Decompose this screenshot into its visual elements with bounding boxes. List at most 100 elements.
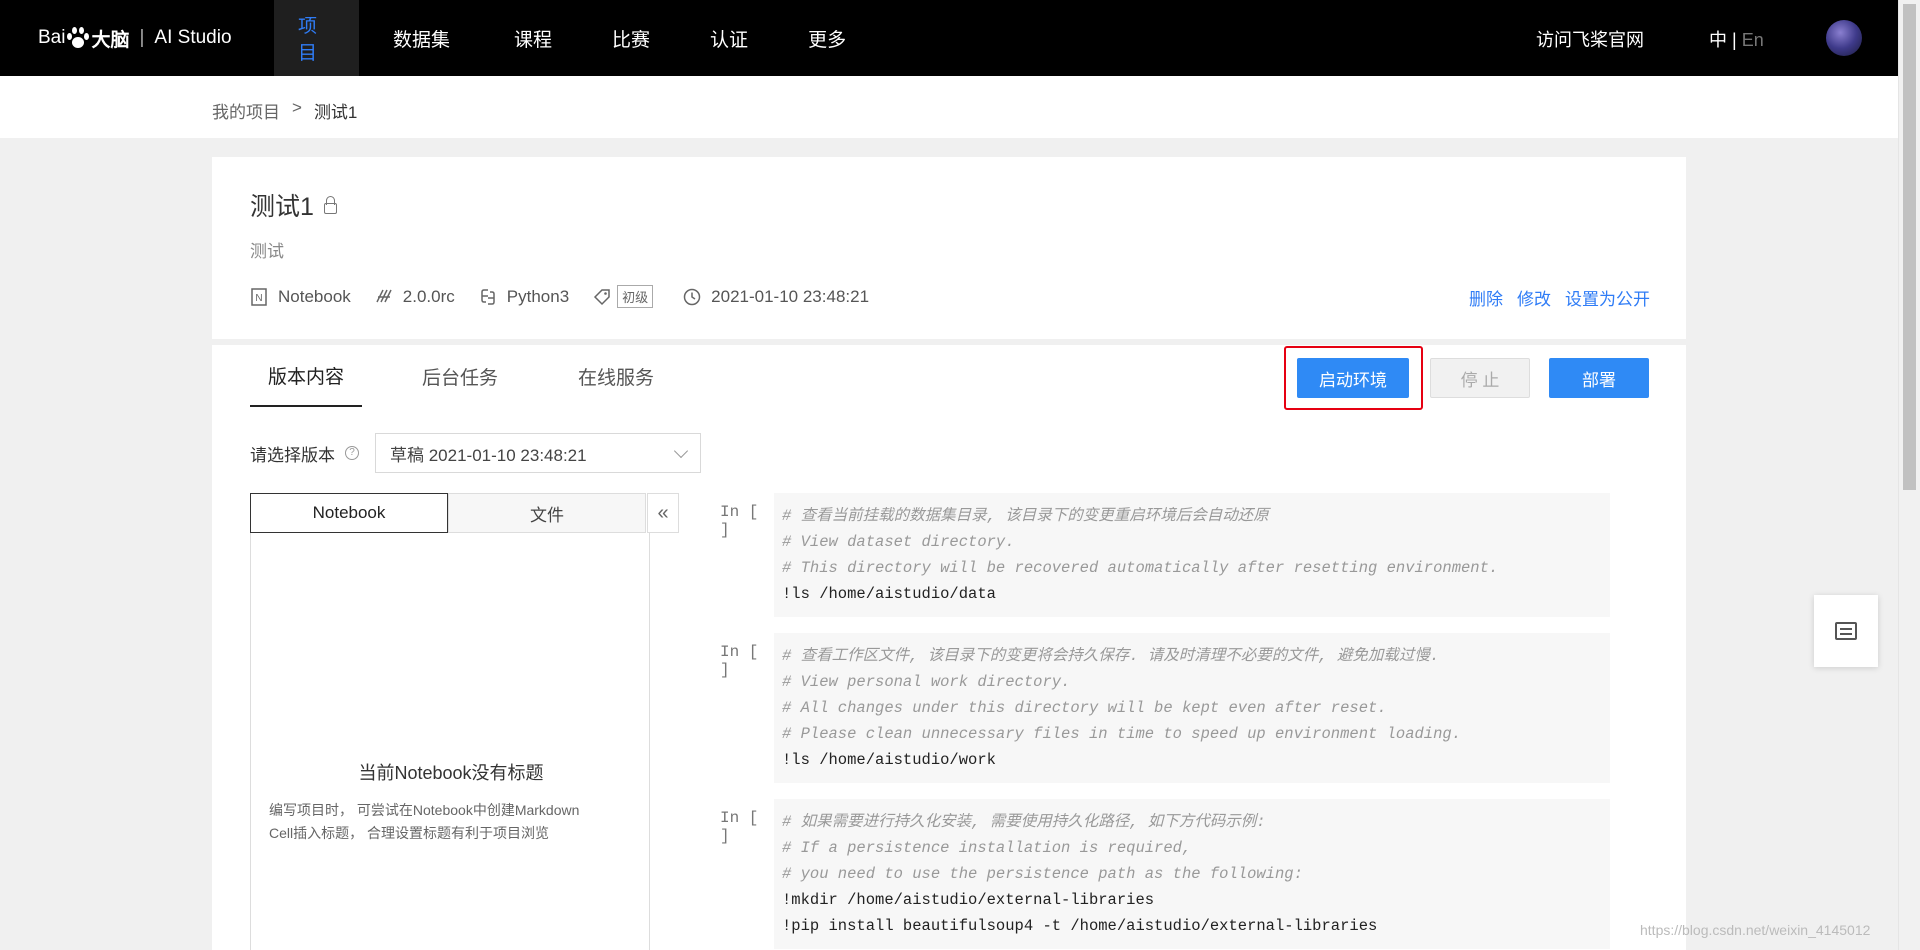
cell-prompt: In [ ] <box>720 809 759 845</box>
lock-icon <box>323 195 337 214</box>
project-actions: 删除 修改 设置为公开 <box>1469 285 1650 310</box>
watermark: https://blog.csdn.net/weixin_4145012 <box>1640 922 1871 938</box>
start-environment-button[interactable]: 启动环境 <box>1297 358 1409 398</box>
chevron-down-icon <box>673 443 689 458</box>
python-icon <box>479 288 497 306</box>
nav-item-courses[interactable]: 课程 <box>484 0 582 76</box>
scrollbar[interactable] <box>1898 0 1920 950</box>
main-nav: 项目 数据集 课程 比赛 认证 更多 <box>274 0 876 76</box>
lang-separator: | <box>1732 30 1737 50</box>
cell-code[interactable]: # 如果需要进行持久化安装, 需要使用持久化路径, 如下方代码示例: # If a… <box>774 799 1610 949</box>
edit-link[interactable]: 修改 <box>1517 285 1551 310</box>
nav-item-competitions[interactable]: 比赛 <box>582 0 680 76</box>
tab-version-content[interactable]: 版本内容 <box>250 345 363 407</box>
cell-prompt: In [ ] <box>720 503 759 539</box>
code-comment-line: # Please clean unnecessary files in time… <box>782 725 1462 743</box>
tab-background-tasks[interactable]: 后台任务 <box>402 345 518 407</box>
toc-empty-desc-line-1: 编写项目时， 可尝试在Notebook中创建Markdown <box>269 802 580 818</box>
code-comment-line: # All changes under this directory will … <box>782 699 1387 717</box>
code-line: !mkdir /home/aistudio/external-libraries <box>782 891 1155 909</box>
code-comment-line: # you need to use the persistence path a… <box>782 865 1303 883</box>
feedback-button[interactable] <box>1814 595 1878 667</box>
logo-separator: | <box>139 27 145 48</box>
code-comment-line: # View personal work directory. <box>782 673 1071 691</box>
language-switch: 中 | En <box>1709 26 1764 52</box>
code-comment-line: # View dataset directory. <box>782 533 1015 551</box>
paddle-icon <box>375 288 393 306</box>
notebook-icon: N <box>250 287 268 306</box>
logo-text-bai: Bai <box>38 27 66 48</box>
breadcrumb-separator: > <box>292 98 302 117</box>
breadcrumb-my-projects[interactable]: 我的项目 <box>212 98 280 123</box>
toc-empty-title: 当前Notebook没有标题 <box>358 763 544 783</box>
code-line: !ls /home/aistudio/data <box>782 585 996 603</box>
tab-online-services[interactable]: 在线服务 <box>558 345 674 407</box>
logo-text-product: AI Studio <box>154 27 232 48</box>
main-panel: 版本内容 后台任务 在线服务 启动环境 停 止 部署 请选择版本 ? 草稿 20… <box>212 345 1686 950</box>
nav-item-projects[interactable]: 项目 <box>274 0 359 76</box>
code-cell[interactable]: In [ ] # 如果需要进行持久化安装, 需要使用持久化路径, 如下方代码示例:… <box>720 799 1620 949</box>
cell-code[interactable]: # 查看当前挂载的数据集目录, 该目录下的变更重启环境后会自动还原 # View … <box>774 493 1610 617</box>
code-line: !ls /home/aistudio/work <box>782 751 996 769</box>
paw-icon <box>67 27 90 49</box>
code-comment-line: # 如果需要进行持久化安装, 需要使用持久化路径, 如下方代码示例: <box>782 813 1266 831</box>
version-select[interactable]: 草稿 2021-01-10 23:48:21 <box>375 433 701 473</box>
meta-type: N Notebook <box>250 287 351 307</box>
project-description: 测试 <box>250 242 284 261</box>
top-nav: Bai 大脑 | AI Studio 项目 数据集 课程 比赛 认证 更多 访问… <box>0 0 1898 76</box>
nav-item-more[interactable]: 更多 <box>778 0 876 76</box>
code-comment-line: # This directory will be recovered autom… <box>782 559 1499 577</box>
content-tabs: 版本内容 后台任务 在线服务 <box>250 345 714 407</box>
breadcrumb-bar: 我的项目 > 测试1 <box>0 76 1898 138</box>
code-cell[interactable]: In [ ] # 查看工作区文件, 该目录下的变更将会持久保存. 请及时清理不必要… <box>720 633 1620 783</box>
notebook-cells: In [ ] # 查看当前挂载的数据集目录, 该目录下的变更重启环境后会自动还原 #… <box>720 493 1620 950</box>
make-public-link[interactable]: 设置为公开 <box>1565 285 1650 310</box>
meta-datetime: 2021-01-10 23:48:21 <box>683 287 869 307</box>
scrollbar-thumb[interactable] <box>1903 4 1916 490</box>
code-cell[interactable]: In [ ] # 查看当前挂载的数据集目录, 该目录下的变更重启环境后会自动还原 #… <box>720 493 1620 617</box>
help-icon[interactable]: ? <box>345 446 359 460</box>
cell-code[interactable]: # 查看工作区文件, 该目录下的变更将会持久保存. 请及时清理不必要的文件, 避… <box>774 633 1610 783</box>
breadcrumb: 我的项目 > 测试1 <box>212 98 357 123</box>
nav-item-datasets[interactable]: 数据集 <box>359 0 484 76</box>
lang-zh[interactable]: 中 <box>1709 30 1727 50</box>
collapse-icon[interactable]: « <box>647 493 679 533</box>
meta-language: Python3 <box>479 287 569 307</box>
deploy-button[interactable]: 部署 <box>1549 358 1649 398</box>
stop-button[interactable]: 停 止 <box>1430 358 1530 398</box>
code-comment-line: # If a persistence installation is requi… <box>782 839 1192 857</box>
cell-prompt: In [ ] <box>720 643 759 679</box>
project-title: 测试1 <box>250 193 314 221</box>
version-select-row: 请选择版本 ? 草稿 2021-01-10 23:48:21 <box>250 433 701 473</box>
avatar[interactable] <box>1826 20 1862 56</box>
code-comment-line: # 查看当前挂载的数据集目录, 该目录下的变更重启环境后会自动还原 <box>782 507 1269 525</box>
meta-version: 2.0.0rc <box>375 287 455 307</box>
notebook-toc-panel: Notebook 文件 « 当前Notebook没有标题 编写项目时， 可尝试在… <box>250 493 679 950</box>
tag-icon <box>593 288 611 306</box>
lang-en[interactable]: En <box>1742 30 1764 50</box>
toc-body: 当前Notebook没有标题 编写项目时， 可尝试在Notebook中创建Mar… <box>250 533 650 950</box>
toc-tabs: Notebook 文件 <box>250 493 650 533</box>
project-meta: N Notebook 2.0.0rc Python3 初级 2021-01-10… <box>250 285 893 308</box>
chat-icon <box>1835 622 1857 640</box>
version-select-value: 草稿 2021-01-10 23:48:21 <box>390 445 587 465</box>
project-title-row: 测试1 <box>250 187 337 223</box>
project-info-card: 测试1 测试 N Notebook 2.0.0rc Python3 初级 202… <box>212 157 1686 339</box>
toc-tab-files[interactable]: 文件 <box>448 493 646 533</box>
delete-link[interactable]: 删除 <box>1469 285 1503 310</box>
toc-empty-description: 编写项目时， 可尝试在Notebook中创建Markdown Cell插入标题，… <box>269 799 639 845</box>
logo-text-brain: 大脑 <box>91 29 130 51</box>
meta-level: 初级 <box>593 285 654 308</box>
code-comment-line: # 查看工作区文件, 该目录下的变更将会持久保存. 请及时清理不必要的文件, 避… <box>782 647 1440 665</box>
meta-version-label: 2.0.0rc <box>402 286 455 306</box>
nav-item-certification[interactable]: 认证 <box>680 0 778 76</box>
official-site-link[interactable]: 访问飞桨官网 <box>1536 26 1644 52</box>
meta-datetime-label: 2021-01-10 23:48:21 <box>711 286 870 306</box>
toc-tab-notebook[interactable]: Notebook <box>250 493 448 533</box>
clock-icon <box>683 288 701 306</box>
version-select-label: 请选择版本 <box>250 445 335 465</box>
code-line: !pip install beautifulsoup4 -t /home/ais… <box>782 917 1378 935</box>
level-tag: 初级 <box>617 285 654 308</box>
svg-text:N: N <box>255 293 262 304</box>
baidu-ai-studio-logo[interactable]: Bai 大脑 | AI Studio <box>38 18 232 58</box>
